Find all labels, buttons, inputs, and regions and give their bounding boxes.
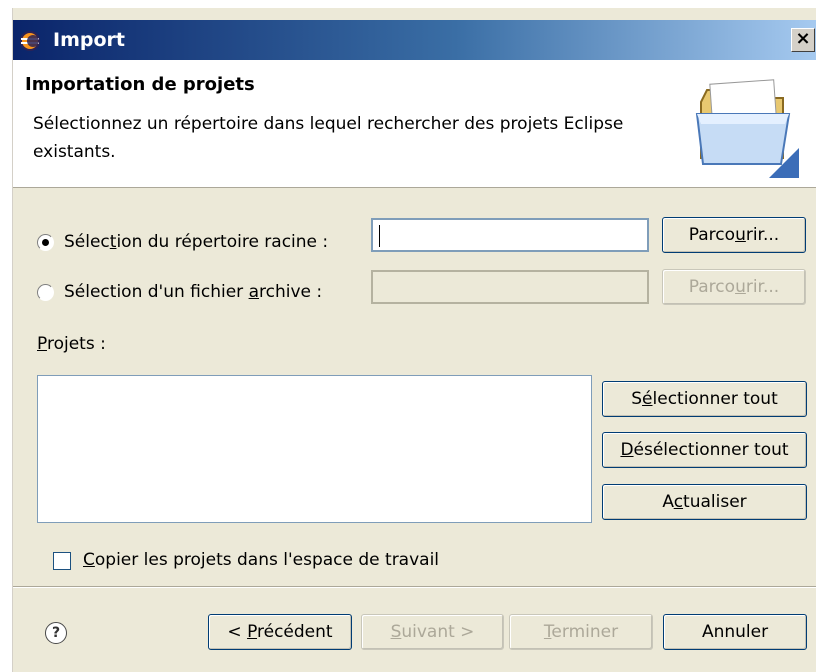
footer-divider-highlight [13,587,816,588]
copy-projects-checkbox[interactable] [53,552,71,570]
root-directory-input[interactable] [371,218,649,252]
archive-option[interactable]: Sélection d'un fichier archive : [37,278,322,306]
wizard-banner: Importation de projets Sélectionnez un r… [13,60,816,188]
help-icon[interactable]: ? [45,622,67,644]
eclipse-icon [20,31,40,51]
archive-radio[interactable] [37,283,54,301]
archive-label: Sélection d'un fichier archive : [64,282,323,302]
window-title: Import [53,29,125,51]
browse-root-button[interactable]: Parcourir... [662,217,806,253]
root-directory-option[interactable]: Sélection du répertoire racine : [37,228,328,256]
refresh-button[interactable]: Actualiser [602,484,807,520]
deselect-all-button[interactable]: Désélectionner tout [602,432,807,468]
cancel-button[interactable]: Annuler [663,614,807,650]
projects-list[interactable] [37,375,592,523]
banner-title: Importation de projets [25,74,255,95]
root-directory-radio[interactable] [37,233,54,251]
select-all-button[interactable]: Sélectionner tout [602,381,807,417]
folder-icon [695,79,799,178]
archive-input [371,270,649,304]
finish-button: Terminer [509,614,653,650]
banner-description: Sélectionnez un répertoire dans lequel r… [33,114,624,162]
text-caret [379,225,380,247]
close-button[interactable]: × [791,28,815,52]
import-dialog: Import × Importation de projets Sélectio… [12,8,816,672]
close-icon: × [795,28,811,49]
title-bar[interactable]: Import × [13,20,816,60]
back-button[interactable]: < Précédent [208,614,352,650]
copy-projects-label[interactable]: Copier les projets dans l'espace de trav… [83,550,439,570]
root-directory-label: Sélection du répertoire racine : [64,232,329,252]
projects-label: Projets : [37,334,106,354]
next-button: Suivant > [361,614,504,650]
browse-archive-button: Parcourir... [662,269,806,305]
